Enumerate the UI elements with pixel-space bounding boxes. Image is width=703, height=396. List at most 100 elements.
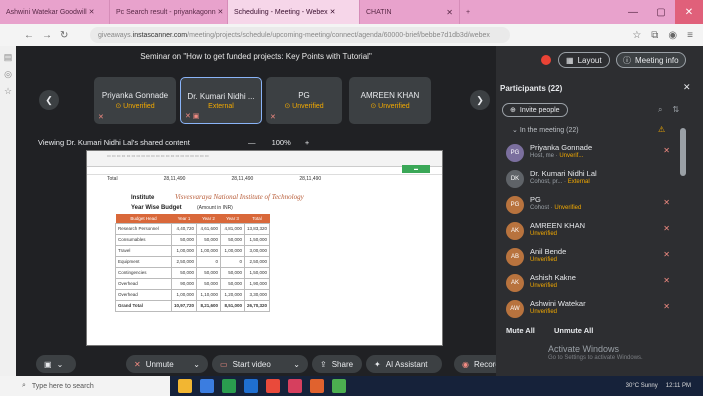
browser-tab[interactable]: Ashwini Watekar Goodwill ✕ bbox=[0, 0, 110, 24]
mic-off-icon: ✕ bbox=[270, 114, 276, 121]
browser-tab[interactable]: Pc Search result - priyankagonn ✕ bbox=[110, 0, 228, 24]
close-window-button[interactable]: ✕ bbox=[675, 0, 703, 24]
app-icon[interactable] bbox=[332, 379, 346, 393]
mic-off-icon[interactable]: ✕ bbox=[663, 276, 670, 285]
taskbar-search[interactable]: ⌕ Type here to search bbox=[0, 376, 170, 396]
new-tab-button[interactable]: + bbox=[460, 0, 480, 24]
participants-title: Participants (22) bbox=[500, 84, 563, 93]
zoom-in-button[interactable]: + bbox=[305, 138, 309, 147]
share-green-button: ▬ bbox=[402, 165, 430, 173]
layout-button[interactable]: ▦ Layout bbox=[558, 52, 610, 68]
browser-tab-bar: Ashwini Watekar Goodwill ✕ Pc Search res… bbox=[0, 0, 703, 24]
unmute-button[interactable]: ✕ Unmute ⌄ bbox=[126, 355, 208, 373]
captions-button[interactable]: ▣ ⌄ bbox=[36, 355, 76, 373]
participant-role: Unverified bbox=[530, 231, 558, 237]
participant-role: Unverified bbox=[530, 257, 558, 263]
edge-icon[interactable] bbox=[200, 379, 214, 393]
weather-text[interactable]: 30°C Sunny bbox=[626, 383, 658, 389]
participant-role: Unverified bbox=[530, 309, 558, 315]
sidebar-icon[interactable]: ▤ bbox=[0, 52, 16, 63]
prev-page-icon[interactable]: ❮ bbox=[39, 90, 59, 110]
tile-status: ⊙ Unverified bbox=[284, 103, 324, 110]
extensions-icon[interactable]: ⧉ bbox=[651, 30, 658, 41]
avatar: PG bbox=[506, 196, 524, 214]
video-tile-active[interactable]: Dr. Kumari Nidhi ... External ✕ ▣ bbox=[180, 77, 262, 124]
reload-icon[interactable]: ↻ bbox=[60, 30, 68, 41]
mute-all-button[interactable]: Mute All bbox=[506, 326, 535, 335]
file-explorer-icon[interactable] bbox=[178, 379, 192, 393]
search-icon[interactable]: ⌕ bbox=[658, 105, 662, 115]
unmute-all-button[interactable]: Unmute All bbox=[554, 326, 593, 335]
meeting-title: Seminar on "How to get funded projects: … bbox=[140, 52, 372, 61]
url-field[interactable]: giveaways. instascanner.com/meeting/proje… bbox=[90, 27, 510, 43]
info-icon: ⓘ bbox=[623, 55, 631, 65]
browser-sidebar: ▤ ◎ ☆ bbox=[0, 46, 16, 376]
sidebar-icon[interactable]: ◎ bbox=[0, 69, 16, 80]
next-page-icon[interactable]: ❯ bbox=[470, 90, 490, 110]
participant-item[interactable]: PG PG Cohost · Unverified ✕ bbox=[506, 194, 674, 218]
browser-tab[interactable]: CHATIN ✕ bbox=[360, 0, 460, 24]
video-tile[interactable]: Priyanka Gonnade ⊙ Unverified ✕ bbox=[94, 77, 176, 124]
ai-assistant-icon: ✦ bbox=[374, 359, 381, 369]
sidebar-icon[interactable]: ☆ bbox=[0, 86, 16, 97]
participant-item[interactable]: AK Ashish Kakne Unverified ✕ bbox=[506, 272, 674, 296]
amount-unit: (Amount in INR) bbox=[197, 205, 233, 211]
table-row: Travel 1,00,000 1,00,000 1,00,000 3,00,000 bbox=[115, 244, 271, 257]
invite-people-button[interactable]: ⊕ Invite people bbox=[502, 103, 568, 117]
profile-icon[interactable]: ◉ bbox=[668, 30, 677, 41]
institute-name: Visvesvaraya National Institute of Techn… bbox=[175, 193, 304, 201]
zoom-out-button[interactable]: — bbox=[248, 138, 256, 147]
avatar: AK bbox=[506, 222, 524, 240]
meeting-info-button[interactable]: ⓘ Meeting info bbox=[616, 52, 686, 68]
share-button[interactable]: ⇪ Share bbox=[312, 355, 362, 373]
participant-item[interactable]: PG Priyanka Gonnade Host, me · Unverif..… bbox=[506, 142, 674, 166]
excel-icon[interactable] bbox=[222, 379, 236, 393]
in-meeting-section[interactable]: ⌄ In the meeting (22) bbox=[512, 126, 579, 134]
start-video-label: Start video bbox=[232, 359, 271, 369]
tile-status: ⊙ Unverified bbox=[115, 103, 155, 110]
activate-windows-subtext: Go to Settings to activate Windows. bbox=[548, 355, 643, 361]
avatar: AK bbox=[506, 274, 524, 292]
column-header: Year 3 bbox=[220, 214, 245, 223]
back-icon[interactable]: ← bbox=[24, 30, 34, 41]
browser-tab-active[interactable]: Scheduling - Meeting - Webex ✕ bbox=[228, 0, 360, 24]
budget-table: Budget Head Year 1 Year 2 Year 3 Total R… bbox=[115, 214, 271, 312]
word-icon[interactable] bbox=[244, 379, 258, 393]
sort-icon[interactable]: ⇅ bbox=[672, 105, 679, 115]
institute-label: Institute bbox=[131, 195, 155, 201]
scrollbar[interactable] bbox=[680, 128, 686, 176]
participant-role: Host, me · Unverif... bbox=[530, 153, 584, 159]
mic-off-icon: ✕ ▣ bbox=[185, 113, 200, 120]
mic-off-icon[interactable]: ✕ bbox=[663, 198, 670, 207]
viewing-label: Viewing Dr. Kumari Nidhi Lal's shared co… bbox=[38, 138, 190, 147]
url-domain: instascanner.com bbox=[132, 31, 188, 39]
close-icon[interactable]: ✕ bbox=[683, 82, 691, 93]
clock-text[interactable]: 12:11 PM bbox=[666, 383, 691, 389]
start-video-button[interactable]: ▭ Start video ⌄ bbox=[212, 355, 308, 373]
layout-icon: ▦ bbox=[566, 55, 574, 65]
participant-item[interactable]: DK Dr. Kumari Nidhi Lal Cohost, pr... · … bbox=[506, 168, 674, 192]
forward-icon[interactable]: → bbox=[42, 30, 52, 41]
mic-off-icon[interactable]: ✕ bbox=[663, 250, 670, 259]
sheet-top-row: Total 28,11,490 28,11,490 28,11,490 bbox=[107, 176, 322, 182]
mic-off-icon[interactable]: ✕ bbox=[663, 302, 670, 311]
star-icon[interactable]: ☆ bbox=[632, 30, 641, 41]
chrome-icon[interactable] bbox=[266, 379, 280, 393]
address-bar-row: ← → ↻ giveaways. instascanner.com/meeting… bbox=[0, 24, 703, 46]
participant-item[interactable]: AK AMREEN KHAN Unverified ✕ bbox=[506, 220, 674, 244]
app-icon[interactable] bbox=[288, 379, 302, 393]
participant-item[interactable]: AB Anil Bende Unverified ✕ bbox=[506, 246, 674, 270]
minimize-button[interactable]: — bbox=[619, 0, 647, 24]
mic-off-icon[interactable]: ✕ bbox=[663, 146, 670, 155]
close-icon[interactable]: ✕ bbox=[440, 8, 453, 17]
ai-assistant-button[interactable]: ✦ AI Assistant bbox=[366, 355, 442, 373]
mic-off-icon[interactable]: ✕ bbox=[663, 224, 670, 233]
mic-off-icon: ✕ bbox=[134, 359, 141, 369]
powerpoint-icon[interactable] bbox=[310, 379, 324, 393]
avatar: DK bbox=[506, 170, 524, 188]
menu-icon[interactable]: ≡ bbox=[687, 30, 693, 41]
video-tile[interactable]: AMREEN KHAN ⊙ Unverified bbox=[349, 77, 431, 124]
maximize-button[interactable]: ▢ bbox=[647, 0, 675, 24]
participant-item[interactable]: AW Ashwini Watekar Unverified ✕ bbox=[506, 298, 674, 322]
video-tile[interactable]: PG ⊙ Unverified ✕ bbox=[266, 77, 342, 124]
